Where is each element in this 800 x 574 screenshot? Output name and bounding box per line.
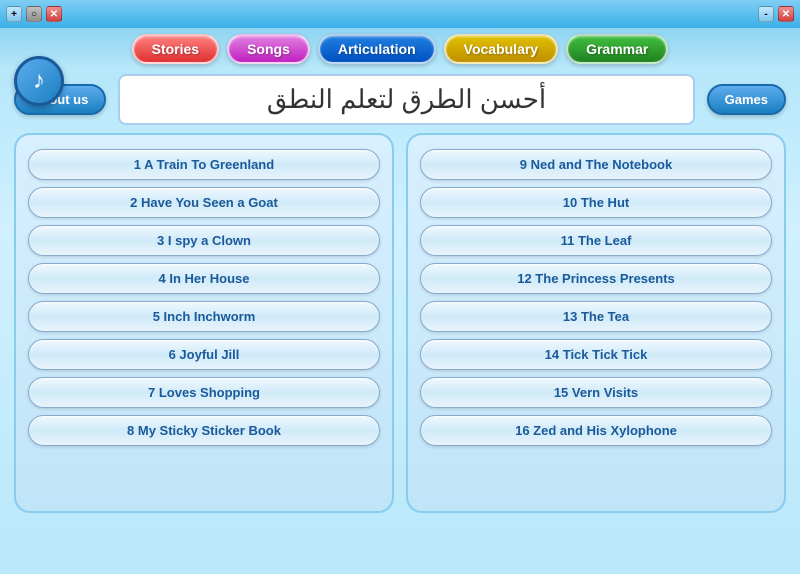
- tab-stories[interactable]: Stories: [132, 34, 219, 64]
- minimize-button-right[interactable]: -: [758, 6, 774, 22]
- list-item-7[interactable]: 7 Loves Shopping: [28, 377, 380, 408]
- title-bar-right-controls: - ✕: [758, 6, 794, 22]
- list-item-1[interactable]: 1 A Train To Greenland: [28, 149, 380, 180]
- list-item-3[interactable]: 3 I spy a Clown: [28, 225, 380, 256]
- header-row: About us أحسن الطرق لتعلم النطق Games: [0, 70, 800, 129]
- title-bar: + ○ ✕ - ✕: [0, 0, 800, 28]
- tab-grammar[interactable]: Grammar: [566, 34, 668, 64]
- right-list-panel: 9 Ned and The Notebook 10 The Hut 11 The…: [406, 133, 786, 513]
- list-item-16[interactable]: 16 Zed and His Xylophone: [420, 415, 772, 446]
- main-title: أحسن الطرق لتعلم النطق: [118, 74, 694, 125]
- list-item-12[interactable]: 12 The Princess Presents: [420, 263, 772, 294]
- close-button-right[interactable]: ✕: [778, 6, 794, 22]
- list-item-14[interactable]: 14 Tick Tick Tick: [420, 339, 772, 370]
- list-item-13[interactable]: 13 The Tea: [420, 301, 772, 332]
- close-button-left[interactable]: ✕: [46, 6, 62, 22]
- list-item-11[interactable]: 11 The Leaf: [420, 225, 772, 256]
- list-item-8[interactable]: 8 My Sticky Sticker Book: [28, 415, 380, 446]
- left-list-panel: 1 A Train To Greenland 2 Have You Seen a…: [14, 133, 394, 513]
- tab-vocabulary[interactable]: Vocabulary: [444, 34, 558, 64]
- nav-bar: Stories Songs Articulation Vocabulary Gr…: [0, 28, 800, 70]
- list-item-4[interactable]: 4 In Her House: [28, 263, 380, 294]
- music-icon: ♪: [14, 56, 64, 106]
- list-item-10[interactable]: 10 The Hut: [420, 187, 772, 218]
- games-button[interactable]: Games: [707, 84, 786, 115]
- title-bar-left-controls: + ○ ✕: [6, 6, 62, 22]
- list-item-9[interactable]: 9 Ned and The Notebook: [420, 149, 772, 180]
- list-item-5[interactable]: 5 Inch Inchworm: [28, 301, 380, 332]
- tab-articulation[interactable]: Articulation: [318, 34, 436, 64]
- list-item-15[interactable]: 15 Vern Visits: [420, 377, 772, 408]
- tab-songs[interactable]: Songs: [227, 34, 310, 64]
- minimize-button-left[interactable]: +: [6, 6, 22, 22]
- content-area: 1 A Train To Greenland 2 Have You Seen a…: [0, 133, 800, 513]
- restore-button-left[interactable]: ○: [26, 6, 42, 22]
- list-item-6[interactable]: 6 Joyful Jill: [28, 339, 380, 370]
- list-item-2[interactable]: 2 Have You Seen a Goat: [28, 187, 380, 218]
